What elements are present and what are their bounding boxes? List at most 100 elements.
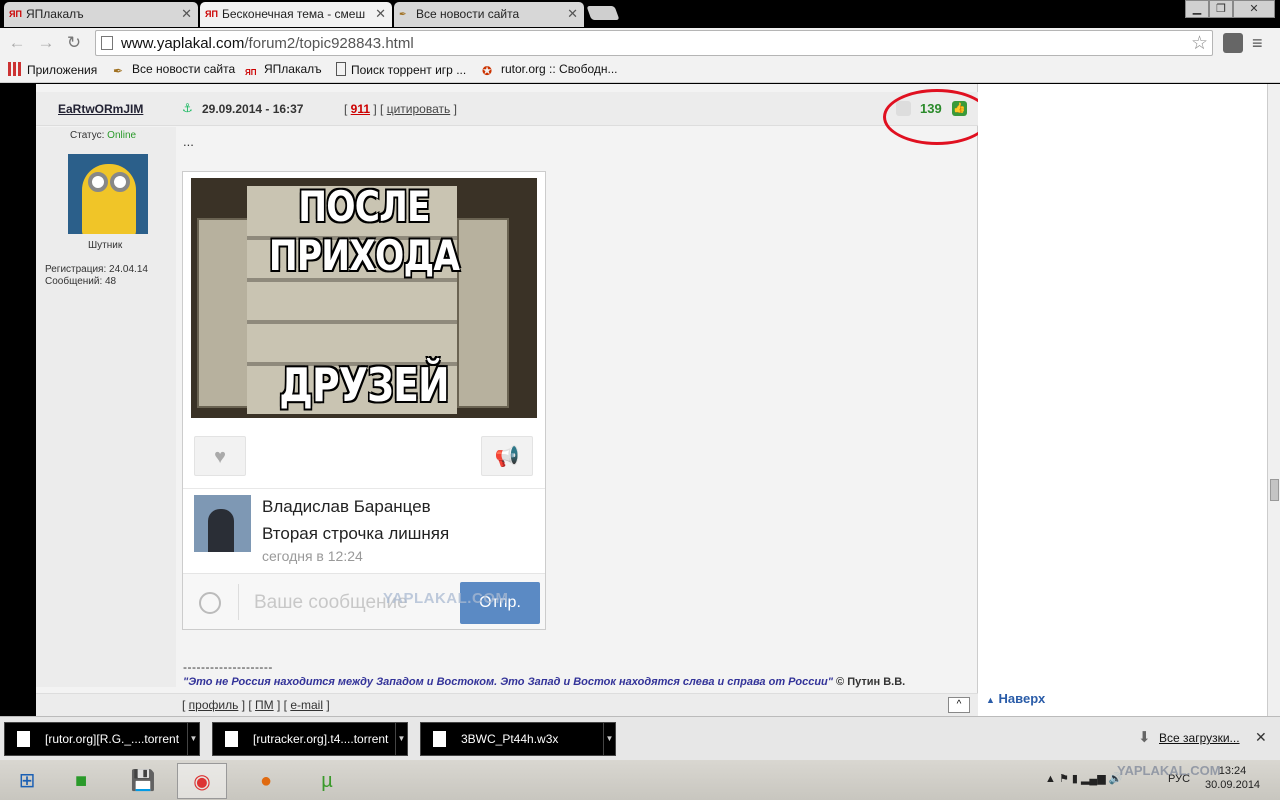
system-tray-icons[interactable]: ▲ ⚑ ▮ ▂▄▆ 🔊 xyxy=(1045,772,1122,785)
chevron-down-icon[interactable]: ▼ xyxy=(603,723,615,755)
tab-strip: ЯП ЯПлакалъ ✕ ЯП Бесконечная тема - смеш… xyxy=(0,0,1280,28)
menu-icon[interactable]: ≡ xyxy=(1252,33,1263,54)
bookmark-all-news[interactable]: ✒ Все новости сайта xyxy=(113,62,235,78)
post-number-links: [ 911 ] [ цитировать ] xyxy=(344,102,457,116)
up-triangle-icon: ▲ xyxy=(986,695,995,705)
vk-message-text: Вторая строчка лишняя xyxy=(262,524,450,543)
close-icon[interactable]: ✕ xyxy=(567,2,578,26)
bookmark-apps[interactable]: Приложения xyxy=(8,62,97,77)
post-footer: [ профиль ] [ ПМ ] [ e-mail ] ^ xyxy=(36,693,978,716)
to-top-link[interactable]: ▲ Наверх xyxy=(986,691,1045,706)
save-floppy-icon[interactable]: 💾 xyxy=(118,763,168,799)
tab-label: ЯПлакалъ xyxy=(26,7,84,21)
bookmark-rutor[interactable]: ✪ rutor.org :: Свободн... xyxy=(482,62,618,78)
feather-icon: ✒ xyxy=(113,64,124,78)
smile-icon xyxy=(199,592,221,614)
anchor-icon[interactable]: ⚓ xyxy=(182,101,193,115)
torrent-file-icon xyxy=(17,731,30,747)
rutor-icon: ✪ xyxy=(482,64,493,78)
page-icon xyxy=(336,62,346,76)
meme-caption-bottom: ДРУЗЕЙ xyxy=(279,358,449,412)
page-margin xyxy=(0,84,36,716)
post-number-link[interactable]: 911 xyxy=(351,102,370,116)
fridge-shelf xyxy=(247,320,457,324)
reload-icon[interactable]: ↻ xyxy=(63,32,85,54)
feather-icon: ✒ xyxy=(399,9,407,19)
heart-icon[interactable]: ♥ xyxy=(194,436,246,476)
right-column: ▲ Наверх xyxy=(978,84,1267,716)
vk-embed: ПОСЛЕ ПРИХОДА ДРУЗЕЙ ♥ 📢 Владислав Баран… xyxy=(182,171,546,630)
show-all-downloads-link[interactable]: Все загрузки... xyxy=(1159,731,1240,745)
meme-image: ПОСЛЕ ПРИХОДА ДРУЗЕЙ xyxy=(191,178,537,418)
page-icon xyxy=(101,36,113,50)
scroll-up-button[interactable]: ^ xyxy=(948,697,970,713)
meme-caption-top: ПОСЛЕ ПРИХОДА xyxy=(268,182,460,280)
address-bar[interactable]: www.yaplakal.com/forum2/topic928843.html… xyxy=(95,30,1213,56)
user-rank: Шутник xyxy=(88,240,123,251)
profile-link[interactable]: профиль xyxy=(189,698,239,712)
email-link[interactable]: e-mail xyxy=(290,698,323,712)
post-date: 29.09.2014 - 16:37 xyxy=(202,102,304,116)
star-icon[interactable]: ☆ xyxy=(1191,32,1208,55)
yaplakal-watermark: YAPLAKAL.COM xyxy=(383,590,509,607)
post-username[interactable]: EaRtwORmJIM xyxy=(58,102,143,116)
download-item[interactable]: [rutor.org][R.G._....torrent ▼ xyxy=(4,722,200,756)
tab-label: Все новости сайта xyxy=(416,7,520,21)
scrollbar-thumb[interactable] xyxy=(1270,479,1279,501)
user-status: Статус: Online xyxy=(70,130,137,141)
bookmark-yaplakal[interactable]: ЯП ЯПлакалъ xyxy=(245,62,322,82)
chrome-icon[interactable]: ◉ xyxy=(177,763,227,799)
window-close-button[interactable]: ✕ xyxy=(1233,0,1275,18)
yp-icon: ЯП xyxy=(245,68,257,77)
apps-grid-icon xyxy=(8,62,22,76)
close-icon[interactable]: ✕ xyxy=(181,2,192,26)
close-icon[interactable]: ✕ xyxy=(375,2,386,26)
tab-endless-topic[interactable]: ЯП Бесконечная тема - смеш ✕ xyxy=(200,2,392,27)
page-scrollbar[interactable] xyxy=(1267,84,1280,716)
utorrent-icon[interactable]: µ xyxy=(302,763,352,799)
vk-message-time: сегодня в 12:24 xyxy=(262,548,363,564)
maximize-button[interactable]: ❐ xyxy=(1209,0,1233,18)
firefox-icon[interactable]: ● xyxy=(241,763,291,799)
back-arrow-icon[interactable]: ← xyxy=(6,32,28,54)
close-icon[interactable]: ✕ xyxy=(1255,729,1267,746)
person-silhouette xyxy=(208,509,234,552)
annotation-red-circle xyxy=(883,89,991,145)
chevron-down-icon[interactable]: ▼ xyxy=(395,723,407,755)
file-icon xyxy=(433,731,446,747)
megaphone-icon[interactable]: 📢 xyxy=(481,436,533,476)
avatar xyxy=(68,154,148,234)
tab-yaplakal[interactable]: ЯП ЯПлакалъ ✕ xyxy=(4,2,198,27)
message-count: Сообщений: 48 xyxy=(45,276,117,287)
download-item[interactable]: [rutracker.org].t4....torrent ▼ xyxy=(212,722,408,756)
store-icon[interactable]: ■ xyxy=(56,763,106,799)
yaplakal-corner-watermark: YAPLAKAL.COM xyxy=(1117,763,1221,778)
url-text: www.yaplakal.com/forum2/topic928843.html xyxy=(121,35,414,52)
divider xyxy=(238,584,239,620)
forward-arrow-icon[interactable]: → xyxy=(35,32,57,54)
new-tab-button[interactable] xyxy=(586,6,620,20)
user-panel: Статус: Online Шутник Регистрация: 24.04… xyxy=(36,127,176,687)
extension-icon[interactable] xyxy=(1223,33,1243,53)
windows-taskbar: ⊞ ■ 💾 ◉ ● µ ▲ ⚑ ▮ ▂▄▆ 🔊 РУС 13:24 30.09.… xyxy=(0,760,1280,800)
signature-separator: -------------------- xyxy=(183,660,273,674)
yaplakal-favicon-icon: ЯП xyxy=(9,9,22,19)
pm-link[interactable]: ПМ xyxy=(255,698,274,712)
download-arrow-icon: ⬇ xyxy=(1138,729,1151,746)
browser-toolbar: ← → ↻ www.yaplakal.com/forum2/topic92884… xyxy=(0,28,1280,59)
tab-all-news[interactable]: ✒ Все новости сайта ✕ xyxy=(394,2,584,27)
vk-user-name: Владислав Баранцев xyxy=(262,497,431,516)
goggle-icon xyxy=(88,172,108,192)
bookmark-torrent-search[interactable]: Поиск торрент игр ... xyxy=(336,62,466,77)
download-item[interactable]: 3BWC_Pt44h.w3x ▼ xyxy=(420,722,616,756)
windows-start-icon[interactable]: ⊞ xyxy=(2,763,52,799)
chevron-down-icon[interactable]: ▼ xyxy=(187,723,199,755)
forum-post: EaRtwORmJIM ⚓ 29.09.2014 - 16:37 [ 911 ]… xyxy=(36,84,991,716)
post-text: ... xyxy=(183,134,194,149)
user-info: Регистрация: 24.04.14 Сообщений: 48 xyxy=(45,264,148,288)
downloads-bar: [rutor.org][R.G._....torrent ▼ [rutracke… xyxy=(0,716,1280,760)
cite-link[interactable]: цитировать xyxy=(387,102,451,116)
minimize-button[interactable]: ▁ xyxy=(1185,0,1209,18)
yaplakal-favicon-icon: ЯП xyxy=(205,9,218,19)
post-footer-links: [ профиль ] [ ПМ ] [ e-mail ] xyxy=(182,698,330,712)
